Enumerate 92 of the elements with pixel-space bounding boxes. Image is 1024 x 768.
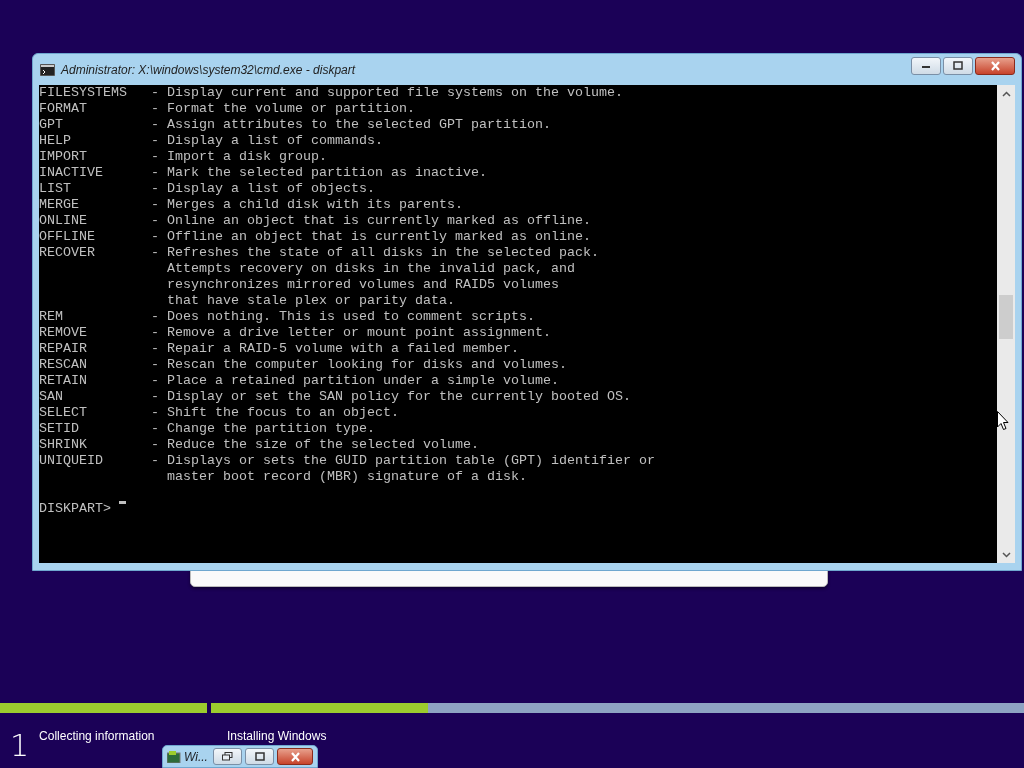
scrollbar-thumb[interactable] bbox=[999, 295, 1013, 339]
step-label: Collecting information bbox=[39, 728, 155, 745]
command-name: REM bbox=[39, 309, 64, 325]
command-description: Assign attributes to the selected GPT partition. bbox=[167, 117, 551, 133]
command-description: that have stale plex or parity data. bbox=[167, 293, 455, 309]
scroll-up-icon[interactable] bbox=[1001, 90, 1011, 97]
close-button[interactable] bbox=[975, 56, 1015, 75]
command-name: FILESYSTEMS bbox=[39, 85, 128, 101]
maximize-button[interactable] bbox=[245, 748, 274, 765]
command-separator: - bbox=[151, 437, 159, 452]
close-icon bbox=[989, 60, 1001, 71]
command-separator: - bbox=[151, 421, 159, 436]
command-name: ONLINE bbox=[39, 213, 88, 229]
minimized-window[interactable]: Wi... bbox=[162, 745, 318, 768]
command-description: Online an object that is currently marked as offline. bbox=[167, 213, 591, 229]
close-icon bbox=[289, 751, 301, 762]
command-separator: - bbox=[151, 213, 159, 228]
command-description: resynchronizes mirrored volumes and RAID5 volumes bbox=[167, 277, 559, 293]
command-name: REPAIR bbox=[39, 341, 88, 357]
command-description: Offline an object that is currently marked as online. bbox=[167, 229, 591, 245]
command-name: UNIQUEID bbox=[39, 453, 104, 469]
command-description: Reduce the size of the selected volume. bbox=[167, 437, 479, 453]
command-description: Repair a RAID-5 volume with a failed member. bbox=[167, 341, 519, 357]
command-separator: - bbox=[151, 165, 159, 180]
restore-icon bbox=[222, 752, 233, 761]
scroll-down-icon[interactable] bbox=[1001, 551, 1011, 558]
step-label: Installing Windows bbox=[227, 728, 327, 745]
command-description: Shift the focus to an object. bbox=[167, 405, 399, 421]
maximize-button[interactable] bbox=[943, 56, 973, 75]
command-separator: - bbox=[151, 101, 159, 116]
command-separator: - bbox=[151, 133, 159, 148]
command-description: Merges a child disk with its parents. bbox=[167, 197, 463, 213]
command-separator: - bbox=[151, 389, 159, 404]
scrollbar[interactable] bbox=[997, 85, 1015, 563]
command-description: Format the volume or partition. bbox=[167, 101, 415, 117]
command-description: Rescan the computer looking for disks and volumes. bbox=[167, 357, 567, 373]
command-name: GPT bbox=[39, 117, 64, 133]
text-cursor bbox=[119, 501, 126, 504]
command-separator: - bbox=[151, 373, 159, 388]
command-name: FORMAT bbox=[39, 101, 88, 117]
command-description: Change the partition type. bbox=[167, 421, 375, 437]
command-separator: - bbox=[151, 405, 159, 420]
command-prompt: DISKPART> bbox=[39, 501, 111, 517]
command-description: master boot record (MBR) signature of a disk. bbox=[167, 469, 527, 485]
command-separator: - bbox=[151, 117, 159, 132]
command-name: SELECT bbox=[39, 405, 88, 421]
command-description: Refreshes the state of all disks in the selected pack. bbox=[167, 245, 599, 261]
command-description: Display or set the SAN policy for the currently booted OS. bbox=[167, 389, 631, 405]
minimize-button[interactable] bbox=[911, 56, 941, 75]
command-name: SETID bbox=[39, 421, 80, 437]
command-description: Mark the selected partition as inactive. bbox=[167, 165, 487, 181]
window-title: Administrator: X:\windows\system32\cmd.exe - diskpart bbox=[61, 61, 357, 79]
command-separator: - bbox=[151, 341, 159, 356]
command-description: Place a retained partition under a simple volume. bbox=[167, 373, 559, 389]
command-name: SHRINK bbox=[39, 437, 88, 453]
command-name: MERGE bbox=[39, 197, 80, 213]
command-name: OFFLINE bbox=[39, 229, 96, 245]
command-description: Displays or sets the GUID partition table (GPT) identifier or bbox=[167, 453, 655, 469]
command-separator: - bbox=[151, 357, 159, 372]
command-separator: - bbox=[151, 197, 159, 212]
command-description: Import a disk group. bbox=[167, 149, 327, 165]
restore-button[interactable] bbox=[213, 748, 242, 765]
step-number: 1 bbox=[10, 731, 30, 761]
close-button[interactable] bbox=[277, 748, 313, 765]
app-icon bbox=[167, 750, 181, 763]
command-description: Remove a drive letter or mount point assignment. bbox=[167, 325, 551, 341]
command-separator: - bbox=[151, 245, 159, 260]
command-name: RESCAN bbox=[39, 357, 88, 373]
command-description: Display a list of commands. bbox=[167, 133, 383, 149]
command-description: Display current and supported file systems on the volume. bbox=[167, 85, 623, 101]
command-description: Display a list of objects. bbox=[167, 181, 375, 197]
command-separator: - bbox=[151, 309, 159, 324]
console-icon bbox=[40, 63, 55, 76]
command-description: Does nothing. This is used to comment scripts. bbox=[167, 309, 535, 325]
command-name: HELP bbox=[39, 133, 72, 149]
command-name: LIST bbox=[39, 181, 72, 197]
command-name: IMPORT bbox=[39, 149, 88, 165]
window-title: Wi... bbox=[184, 748, 209, 766]
command-name: RECOVER bbox=[39, 245, 96, 261]
command-separator: - bbox=[151, 325, 159, 340]
command-separator: - bbox=[151, 149, 159, 164]
command-name: RETAIN bbox=[39, 373, 88, 389]
maximize-icon bbox=[254, 752, 265, 761]
command-separator: - bbox=[151, 229, 159, 244]
command-description: Attempts recovery on disks in the invalid pack, and bbox=[167, 261, 575, 277]
maximize-icon bbox=[953, 61, 963, 70]
command-separator: - bbox=[151, 85, 159, 100]
command-separator: - bbox=[151, 181, 159, 196]
command-name: REMOVE bbox=[39, 325, 88, 341]
command-name: SAN bbox=[39, 389, 64, 405]
command-separator: - bbox=[151, 453, 159, 468]
command-name: INACTIVE bbox=[39, 165, 104, 181]
